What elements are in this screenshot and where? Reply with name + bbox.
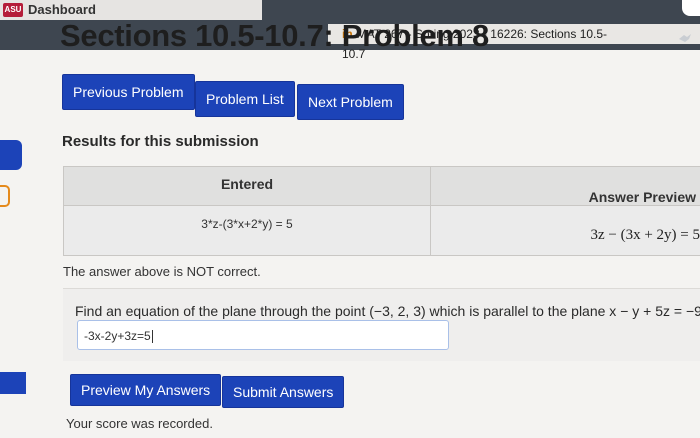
problem-list-button[interactable]: Problem List (195, 81, 295, 117)
score-message: Your score was recorded. (66, 416, 213, 431)
reload-icon[interactable] (682, 0, 700, 16)
side-tab[interactable] (0, 372, 26, 394)
row-divider (64, 205, 700, 206)
answer-value: -3x-2y+3z=5 (84, 329, 151, 343)
problem-box: Find an equation of the plane through th… (63, 288, 700, 361)
bird-icon[interactable] (678, 32, 692, 44)
page-title: Sections 10.5-10.7: Problem 8 (60, 18, 489, 53)
previous-problem-button[interactable]: Previous Problem (62, 74, 195, 110)
problem-statement: Find an equation of the plane through th… (75, 303, 700, 319)
results-heading: Results for this submission (62, 133, 259, 150)
dashboard-bar: ASU Dashboard (0, 0, 262, 20)
answer-preview-cell: 3z − (3x + 2y) = 5 (590, 227, 700, 243)
side-tab[interactable] (0, 140, 22, 170)
column-header-entered: Entered (64, 167, 430, 205)
answer-input[interactable]: -3x-2y+3z=5 (77, 320, 449, 350)
column-header-answer-preview: Answer Preview (431, 167, 700, 205)
dashboard-link[interactable]: Dashboard (28, 2, 96, 17)
result-status: The answer above is NOT correct. (63, 264, 261, 279)
next-problem-button[interactable]: Next Problem (297, 84, 404, 120)
preview-answers-button[interactable]: Preview My Answers (70, 374, 222, 406)
text-caret (151, 330, 153, 344)
submit-answers-button[interactable]: Submit Answers (222, 376, 345, 408)
entered-answer-cell: 3*z-(3*x+2*y) = 5 (201, 217, 293, 231)
side-tab-marker (0, 185, 10, 207)
asu-logo[interactable]: ASU (3, 3, 23, 17)
results-table: Entered Answer Preview 3*z-(3*x+2*y) = 5… (63, 166, 700, 256)
